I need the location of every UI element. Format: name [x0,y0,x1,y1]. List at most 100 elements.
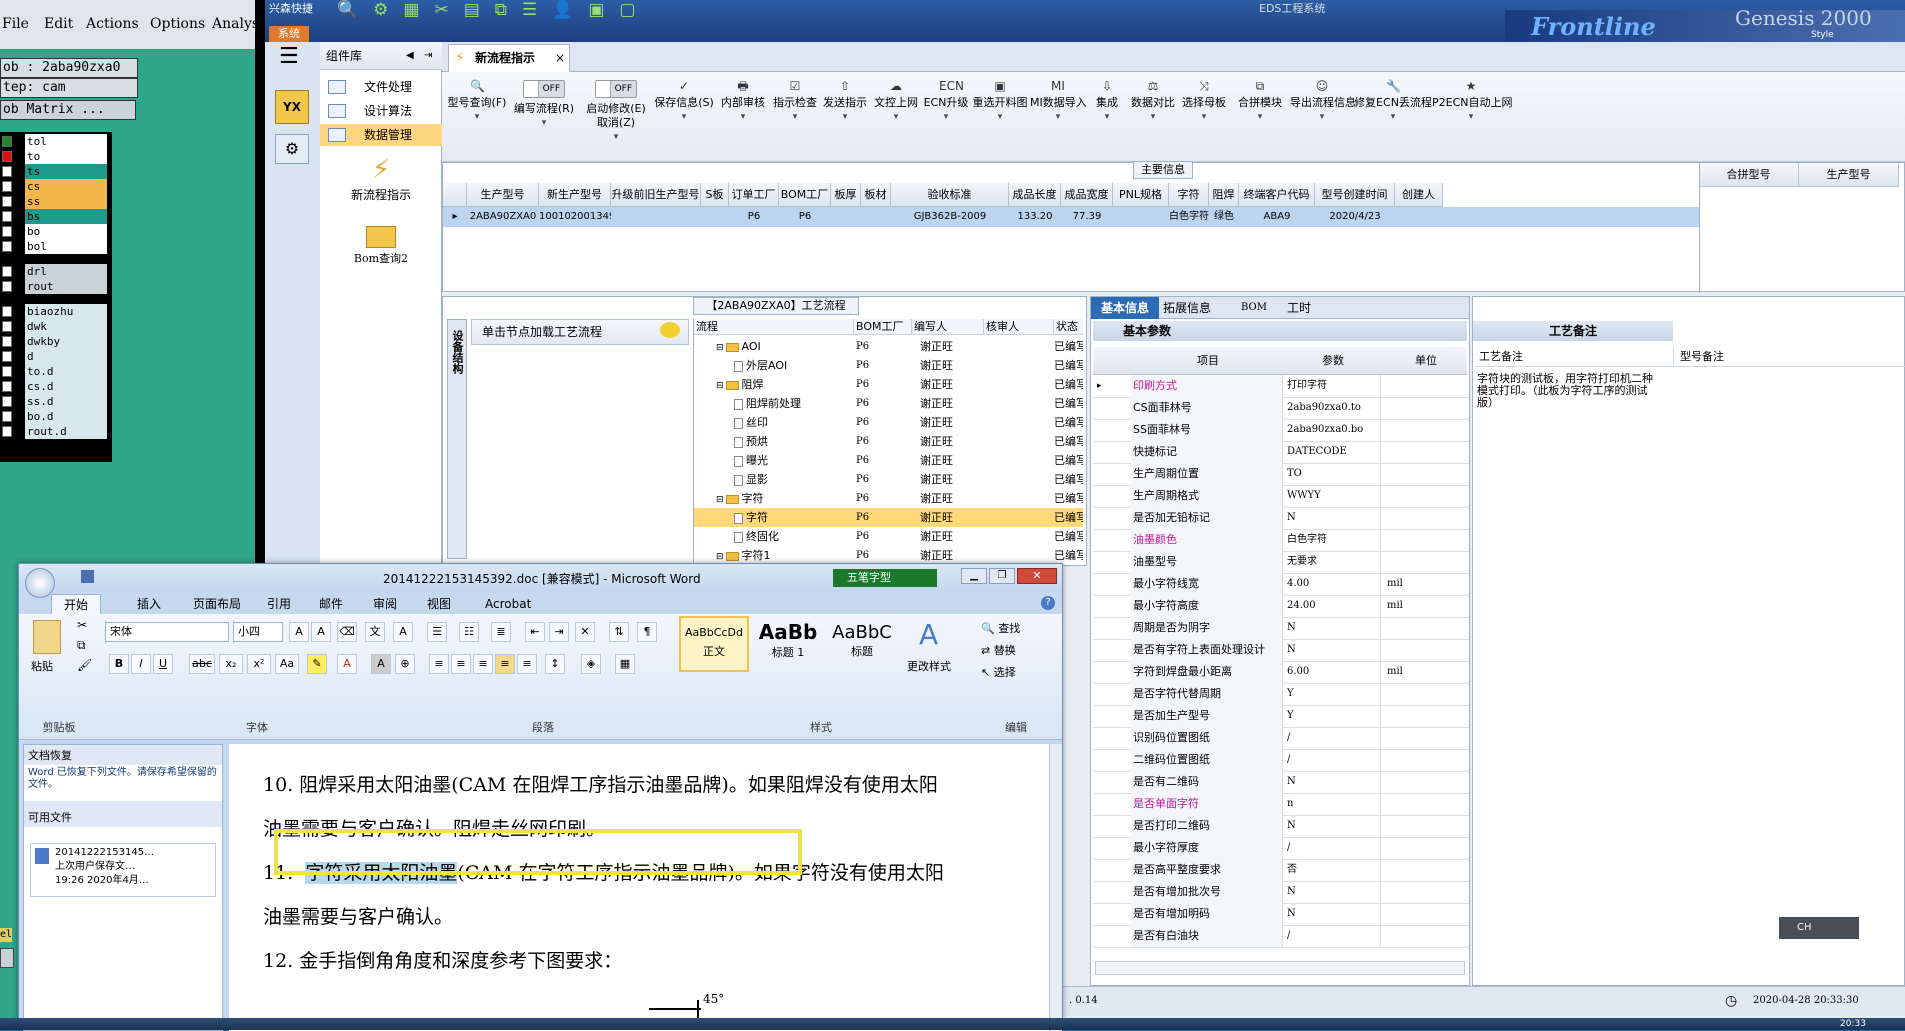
grid-cell[interactable] [1113,207,1169,227]
toolbar-button[interactable]: ⇩ 集成 ▾ [1086,78,1128,158]
param-value[interactable]: 无要求 [1283,551,1381,573]
process-node[interactable]: ⊟ AOI [716,337,761,358]
layer-row[interactable]: bol [0,239,112,254]
grid-cell[interactable]: 133.20 [1009,207,1061,227]
grid-cell[interactable]: 白色字符 [1169,207,1209,227]
dropdown-arrow-icon[interactable]: ▾ [580,132,652,142]
process-row[interactable]: ⊟ 字符1 P6 谢正旺 已编写 [694,546,1083,563]
param-value[interactable]: Y [1283,705,1381,727]
numbering-icon[interactable]: ☷ [459,622,479,642]
subscript-icon[interactable]: x₂ [219,654,243,674]
param-row[interactable]: 最小字符线宽 4.00 mil [1093,573,1469,596]
document-page[interactable]: 10. 阻焊采用太阳油墨(CAM 在阻焊工序指示油墨品牌)。如果阻焊没有使用太阳… [229,744,1049,1031]
process-node[interactable]: 终固化 [732,527,779,548]
dropdown-arrow-icon[interactable]: ▾ [1432,112,1510,122]
layer-row[interactable]: drl [0,264,112,279]
layer-checkbox[interactable] [2,306,12,317]
param-row[interactable]: 二维码位置图纸 / [1093,749,1469,772]
param-value[interactable]: / [1283,925,1381,947]
layer-checkbox[interactable] [2,196,12,207]
word-tab[interactable]: 审阅 [373,594,397,614]
dropdown-arrow-icon[interactable]: ▾ [1128,112,1178,122]
grid-cell[interactable]: 2020/4/23 [1315,207,1395,227]
dropdown-arrow-icon[interactable]: ▾ [652,112,716,122]
grid-header[interactable]: 成品宽度 [1061,183,1113,207]
ime-indicator[interactable]: CH [1779,917,1859,939]
layer-row[interactable]: cs [0,179,112,194]
layer-row[interactable]: bs [0,209,112,224]
layer-checkbox[interactable] [2,381,12,392]
toolbar-button[interactable]: ECN ECN升级 ▾ [922,78,970,158]
grid-cell[interactable] [1395,207,1443,227]
increase-indent-icon[interactable]: ⇥ [549,622,569,642]
style-title[interactable]: AaBbC 标题 [827,616,897,672]
process-row[interactable]: 预烘 P6 谢正旺 已编写 [694,432,1083,451]
dropdown-arrow-icon[interactable]: ▾ [870,112,922,122]
change-styles-icon[interactable]: A [919,618,938,651]
process-node[interactable]: ⊟ 阻焊 [716,375,764,396]
param-value[interactable]: 白色字符 [1283,529,1381,551]
layer-checkbox[interactable] [2,151,12,162]
grid-header[interactable]: 终端客户代码 [1239,183,1315,207]
new-process-button[interactable]: ⚡ 新流程指示 [320,154,442,214]
char-border-icon[interactable]: A [393,622,413,642]
font-color-icon[interactable]: A [337,654,357,674]
show-marks-icon[interactable]: ¶ [637,622,657,642]
process-node[interactable]: ⊟ 字符 [716,489,764,510]
process-node[interactable]: ⊟ 字符1 [716,546,771,563]
process-row[interactable]: ⊟ 阻焊 P6 谢正旺 已编写 [694,375,1083,394]
param-row[interactable]: 是否有增加批次号 N [1093,881,1469,904]
justify-icon[interactable]: ≡ [495,654,515,674]
grid-cell[interactable]: 10010200134904 [539,207,611,227]
process-row[interactable]: ⊟ 字符 P6 谢正旺 已编写 [694,489,1083,508]
process-node[interactable]: 丝印 [732,413,768,434]
param-value[interactable]: N [1283,881,1381,903]
layer-row[interactable]: rout [0,279,112,294]
tab-extended-info[interactable]: 拓展信息 [1163,297,1211,319]
decrease-indent-icon[interactable]: ⇤ [525,622,545,642]
grid-header[interactable]: 板材 [861,183,891,207]
layer-checkbox[interactable] [2,426,12,437]
tab-basic-info[interactable]: 基本信息 [1091,297,1159,319]
layer-checkbox[interactable] [2,226,12,237]
underline-icon[interactable]: U [153,654,173,674]
doc-scrollbar[interactable] [1049,744,1062,1031]
superscript-icon[interactable]: x² [247,654,271,674]
param-value[interactable]: TO [1283,463,1381,485]
paste-label[interactable]: 粘贴 [31,658,53,674]
param-value[interactable]: N [1283,617,1381,639]
grid-cell[interactable] [611,207,701,227]
chinese-layout-icon[interactable]: ✕ [575,622,595,642]
grid-header[interactable]: PNL规格 [1113,183,1169,207]
param-row[interactable]: 是否有增加明码 N [1093,903,1469,926]
phonetic-icon[interactable]: 文 [365,622,385,642]
dropdown-arrow-icon[interactable]: ▾ [508,118,580,128]
layer-checkbox[interactable] [2,136,12,147]
bullets-icon[interactable]: ☰ [427,622,447,642]
param-row[interactable]: 是否字符代替周期 Y [1093,683,1469,706]
nav-design-algorithm[interactable]: 设计算法 [320,100,442,122]
craft-note-text[interactable]: 字符块的测试板，用字符打印机二种模式打印。（此板为字符工序的测试版） [1477,373,1653,433]
nav-file-processing[interactable]: 文件处理 [320,76,442,98]
layer-row[interactable]: d [0,349,112,364]
param-value[interactable]: N [1283,771,1381,793]
param-value[interactable]: Y [1283,683,1381,705]
process-node[interactable]: 外层AOI [732,356,787,377]
param-row[interactable]: 最小字符高度 24.00 mil [1093,595,1469,618]
pin-icon[interactable]: ⇥ [424,42,432,70]
grid-header[interactable]: 新生产型号 [539,183,611,207]
grid-cell[interactable]: ABA9 [1239,207,1315,227]
sort-icon[interactable]: ⇅ [609,622,629,642]
toggle-switch[interactable]: OFF [595,80,637,98]
italic-icon[interactable]: I [131,654,151,674]
grid-cell[interactable] [831,207,861,227]
param-row[interactable]: 是否有白油块 / [1093,925,1469,948]
param-value[interactable]: N [1283,507,1381,529]
bold-icon[interactable]: B [109,654,129,674]
grid-header[interactable]: 订单工厂 [729,183,779,207]
align-center-icon[interactable]: ≡ [451,654,471,674]
toolbar-button[interactable]: ▣ 重选开料图 ▾ [970,78,1030,158]
param-value[interactable]: n [1283,793,1381,815]
tab-man-hours[interactable]: 工时 [1287,297,1311,319]
clear-format-icon[interactable]: ⌫ [337,622,357,642]
